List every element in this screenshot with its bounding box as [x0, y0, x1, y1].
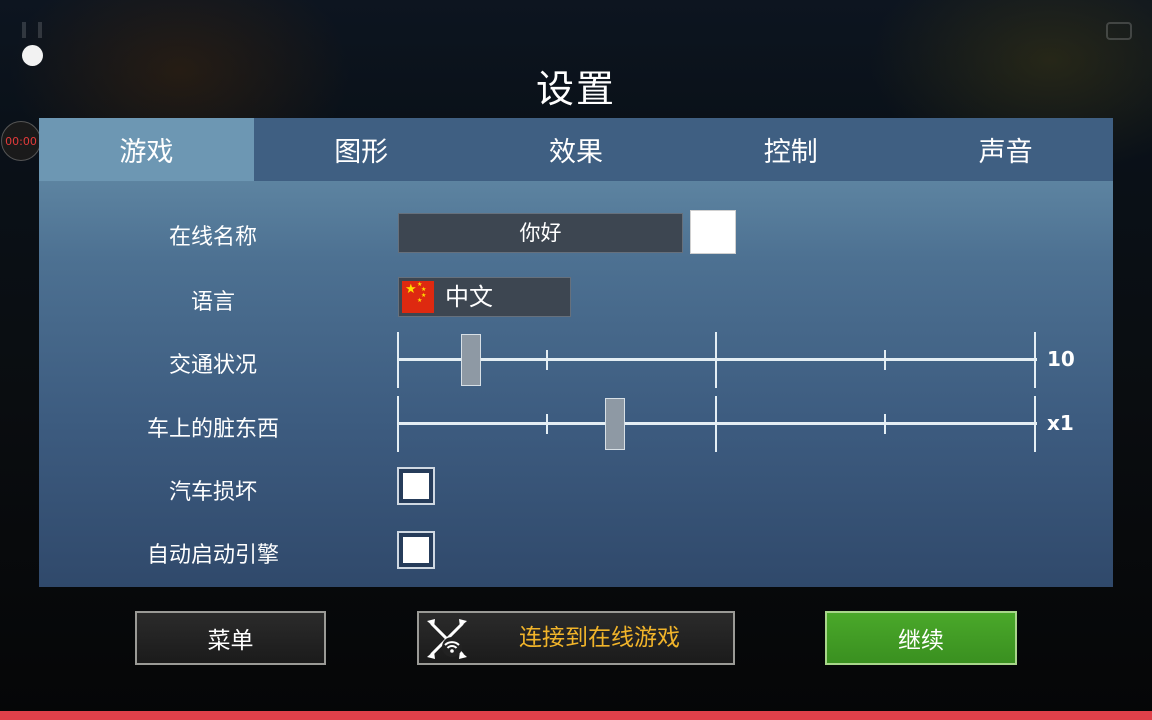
- dirt-value: x1: [1047, 411, 1074, 435]
- slider-tick: [546, 350, 548, 370]
- car-damage-checkbox[interactable]: [397, 467, 435, 505]
- slider-tick: [884, 350, 886, 370]
- traffic-slider[interactable]: [397, 332, 1037, 388]
- language-label: 语言: [190, 290, 235, 315]
- camera-icon[interactable]: [1106, 22, 1132, 40]
- connect-online-button[interactable]: 连接到在线游戏: [417, 611, 735, 665]
- slider-thumb[interactable]: [604, 398, 625, 450]
- slider-tick: [715, 332, 717, 388]
- traffic-label: 交通状况: [168, 353, 257, 378]
- online-name-label: 在线名称: [168, 225, 257, 250]
- page-title: 设置: [535, 67, 616, 111]
- slider-track: [397, 358, 1037, 361]
- car-damage-label: 汽车损坏: [168, 480, 257, 505]
- dirt-label: 车上的脏东西: [146, 417, 279, 442]
- recording-timer: 00:00: [1, 121, 41, 161]
- connect-online-label: 连接到在线游戏: [519, 625, 680, 651]
- slider-tick: [715, 396, 717, 452]
- slider-track: [397, 422, 1037, 425]
- tab-bar: 游戏 图形 效果 控制 声音: [39, 118, 1113, 181]
- bottom-progress-bar: [0, 711, 1152, 720]
- tab-sound[interactable]: 声音: [898, 118, 1113, 181]
- online-name-input[interactable]: 你好: [398, 213, 683, 253]
- slider-tick: [1034, 396, 1036, 452]
- traffic-value: 10: [1047, 347, 1075, 371]
- tab-graphics[interactable]: 图形: [254, 118, 469, 181]
- settings-panel: 游戏 图形 效果 控制 声音 在线名称 你好 语言 ★ ★ ★ ★ ★ 中文 交通状况 …: [39, 118, 1113, 587]
- pause-icon[interactable]: [22, 22, 42, 38]
- crossed-wrenches-wifi-icon: [427, 619, 467, 659]
- slider-tick: [397, 332, 399, 388]
- tab-effects[interactable]: 效果: [469, 118, 684, 181]
- name-color-swatch[interactable]: [690, 210, 736, 254]
- slider-tick: [397, 396, 399, 452]
- menu-button[interactable]: 菜单: [135, 611, 326, 665]
- dirt-slider[interactable]: [397, 396, 1037, 452]
- language-value: 中文: [445, 283, 493, 311]
- auto-start-engine-checkbox[interactable]: [397, 531, 435, 569]
- slider-tick: [1034, 332, 1036, 388]
- slider-thumb[interactable]: [460, 334, 481, 386]
- auto-start-engine-label: 自动启动引擎: [146, 543, 279, 568]
- slider-tick: [884, 414, 886, 434]
- slider-tick: [546, 414, 548, 434]
- language-select[interactable]: ★ ★ ★ ★ ★ 中文: [398, 277, 571, 317]
- tab-controls[interactable]: 控制: [683, 118, 898, 181]
- continue-button[interactable]: 继续: [825, 611, 1017, 665]
- tab-game[interactable]: 游戏: [39, 118, 254, 181]
- china-flag-icon: ★ ★ ★ ★ ★: [402, 281, 434, 313]
